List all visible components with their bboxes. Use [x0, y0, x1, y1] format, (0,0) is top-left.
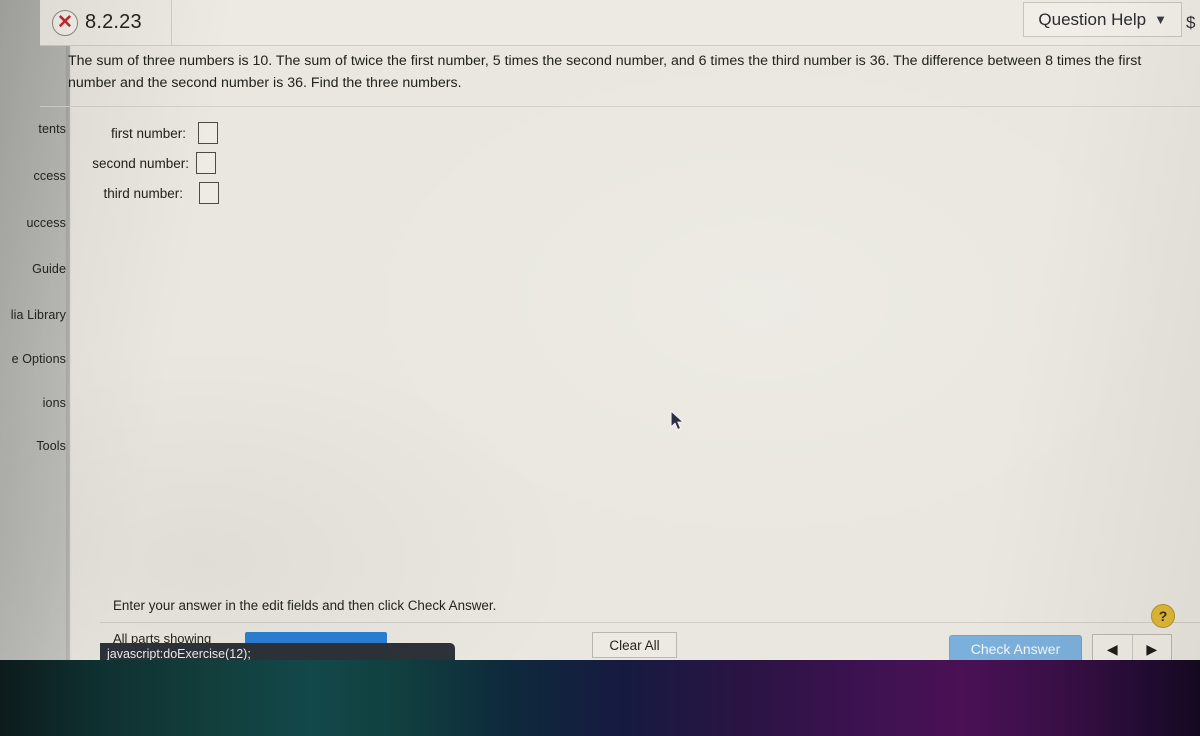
macos-dock: APR 24 tv “ 10	[0, 660, 1200, 736]
sidebar-item-tools-for-success[interactable]: ccess	[0, 169, 70, 183]
previous-question-button[interactable]: ◀	[1093, 635, 1133, 660]
clear-all-button[interactable]: Clear All	[592, 632, 677, 658]
third-number-label: third number:	[103, 185, 183, 201]
answer-row-third: third number:	[70, 178, 219, 208]
second-number-input[interactable]	[196, 152, 216, 174]
question-nav-group: ◀ ▶	[1092, 634, 1172, 660]
exercise-number: 8.2.23	[85, 11, 142, 33]
next-question-button[interactable]: ▶	[1133, 635, 1172, 660]
question-stem: The sum of three numbers is 10. The sum …	[68, 53, 1142, 91]
check-answer-button[interactable]: Check Answer	[949, 635, 1082, 660]
course-sidebar: tents ccess uccess Guide lia Library e O…	[0, 0, 72, 660]
first-number-input[interactable]	[198, 122, 218, 144]
sidebar-item-label: Guide	[32, 262, 66, 276]
sidebar-item-label: e Options	[11, 352, 66, 366]
stem-divider	[40, 106, 1200, 107]
sidebar-item-label: ions	[42, 396, 66, 410]
x-mark-incorrect-icon: ✕	[52, 9, 78, 36]
footer-divider	[100, 622, 1200, 623]
question-help-label: Question Help	[1038, 9, 1147, 29]
sidebar-item-instructor-tools[interactable]: Tools	[0, 439, 70, 453]
help-question-mark-icon[interactable]: ?	[1151, 604, 1175, 628]
third-number-input[interactable]	[199, 182, 219, 204]
browser-status-tooltip: javascript:doExercise(12);	[100, 643, 455, 660]
sidebar-item-communications[interactable]: ions	[0, 396, 70, 410]
instruction-text: Enter your answer in the edit fields and…	[113, 598, 497, 613]
answer-row-second: second number:	[70, 148, 219, 178]
answer-row-first: first number:	[70, 118, 219, 148]
exercise-number-box: ✕ 8.2.23	[40, 0, 172, 45]
sidebar-item-label: uccess	[26, 216, 66, 230]
photo-glare-overlay	[0, 0, 1200, 660]
sidebar-item-student-guide[interactable]: Guide	[0, 262, 70, 276]
sidebar-item-course-contents[interactable]: tents	[0, 122, 70, 136]
sidebar-item-label: tents	[38, 122, 66, 136]
first-number-label: first number:	[110, 125, 186, 141]
sidebar-item-course-options[interactable]: e Options	[0, 352, 70, 366]
sidebar-item-multimedia-library[interactable]: lia Library	[0, 308, 70, 322]
sidebar-item-label: Tools	[36, 439, 66, 453]
question-help-button[interactable]: Question Help ▼	[1023, 2, 1182, 37]
second-number-label: second number:	[92, 155, 189, 171]
laptop-screen: tents ccess uccess Guide lia Library e O…	[0, 0, 1200, 660]
mouse-cursor	[670, 410, 685, 431]
sidebar-item-label: lia Library	[10, 308, 66, 322]
chevron-down-icon: ▼	[1154, 12, 1167, 27]
sidebar-item-study-plan-success[interactable]: uccess	[0, 216, 70, 230]
sidebar-item-label: ccess	[33, 169, 66, 183]
header-divider	[40, 45, 1200, 46]
header-right-truncated-text: $	[1186, 12, 1196, 32]
answer-fields: first number: second number: third numbe…	[70, 118, 219, 208]
